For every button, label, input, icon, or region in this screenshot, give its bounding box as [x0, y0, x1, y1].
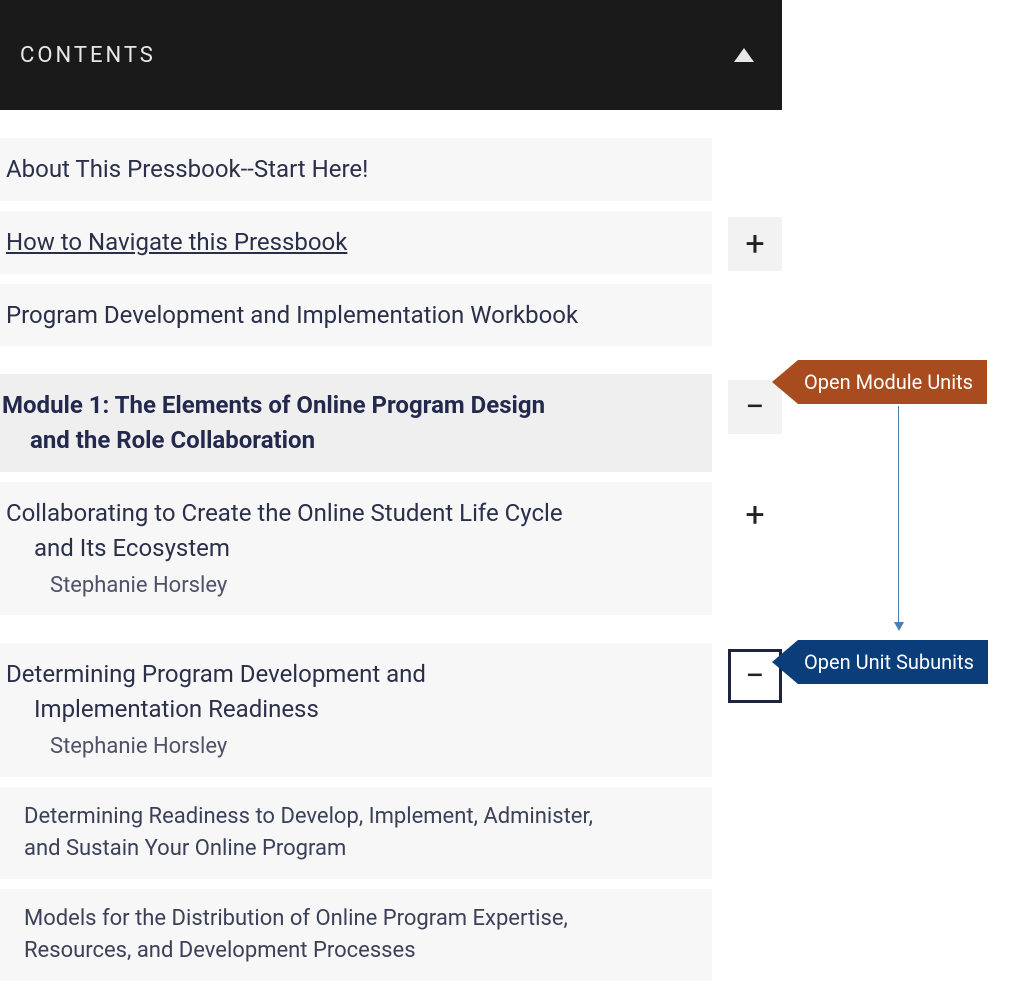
plus-icon: + — [745, 224, 764, 264]
toc-item-workbook[interactable]: Program Development and Implementation W… — [0, 284, 712, 347]
module-title-line2: and the Role Collaboration — [2, 423, 704, 458]
annotation-label: Open Module Units — [804, 370, 973, 394]
expand-button[interactable]: + — [728, 217, 782, 271]
expand-unit-button[interactable]: + — [728, 488, 782, 542]
toc-item-about[interactable]: About This Pressbook--Start Here! — [0, 138, 712, 201]
unit-title-line1: Collaborating to Create the Online Stude… — [6, 499, 563, 527]
toc-item-label: About This Pressbook--Start Here! — [6, 155, 368, 183]
subunit-line1: Models for the Distribution of Online Pr… — [24, 906, 568, 931]
unit-title-line2: Implementation Readiness — [6, 692, 704, 727]
contents-title: CONTENTS — [20, 43, 156, 68]
toc-item-label: How to Navigate this Pressbook — [6, 228, 347, 256]
subunit-line2: and Sustain Your Online Program — [24, 836, 346, 861]
toc-module-1[interactable]: Module 1: The Elements of Online Program… — [0, 374, 712, 472]
minus-icon: − — [745, 656, 764, 696]
unit-author: Stephanie Horsley — [6, 731, 704, 763]
unit-title-line1: Determining Program Development and — [6, 660, 426, 688]
collapse-up-icon — [734, 48, 754, 62]
toc-item-label: Program Development and Implementation W… — [6, 301, 578, 329]
connector-line — [898, 406, 899, 624]
connector-arrowhead-icon — [894, 622, 904, 631]
plus-icon: + — [745, 495, 764, 535]
toc-subunit-models[interactable]: Models for the Distribution of Online Pr… — [0, 889, 712, 981]
arrow-left-icon: Open Module Units — [772, 360, 987, 404]
toc-unit-determining[interactable]: Determining Program Development and Impl… — [0, 643, 712, 776]
toc-unit-collaborating[interactable]: Collaborating to Create the Online Stude… — [0, 482, 712, 615]
annotation-label: Open Unit Subunits — [804, 650, 974, 674]
unit-author: Stephanie Horsley — [6, 570, 704, 602]
minus-icon: − — [745, 387, 764, 427]
table-of-contents: About This Pressbook--Start Here! How to… — [0, 110, 782, 981]
unit-title-line2: and Its Ecosystem — [6, 531, 704, 566]
collapse-module-button[interactable]: − — [728, 380, 782, 434]
module-title-line1: Module 1: The Elements of Online Program… — [2, 391, 545, 419]
subunit-line2: Resources, and Development Processes — [24, 938, 416, 963]
toc-item-howto[interactable]: How to Navigate this Pressbook — [0, 211, 712, 274]
annotation-module-units: Open Module Units — [772, 360, 987, 404]
contents-header[interactable]: CONTENTS — [0, 0, 782, 110]
annotation-unit-subunits: Open Unit Subunits — [772, 640, 988, 684]
arrow-left-icon: Open Unit Subunits — [772, 640, 988, 684]
toc-subunit-readiness[interactable]: Determining Readiness to Develop, Implem… — [0, 787, 712, 879]
subunit-line1: Determining Readiness to Develop, Implem… — [24, 804, 593, 829]
collapse-unit-button[interactable]: − — [728, 649, 782, 703]
